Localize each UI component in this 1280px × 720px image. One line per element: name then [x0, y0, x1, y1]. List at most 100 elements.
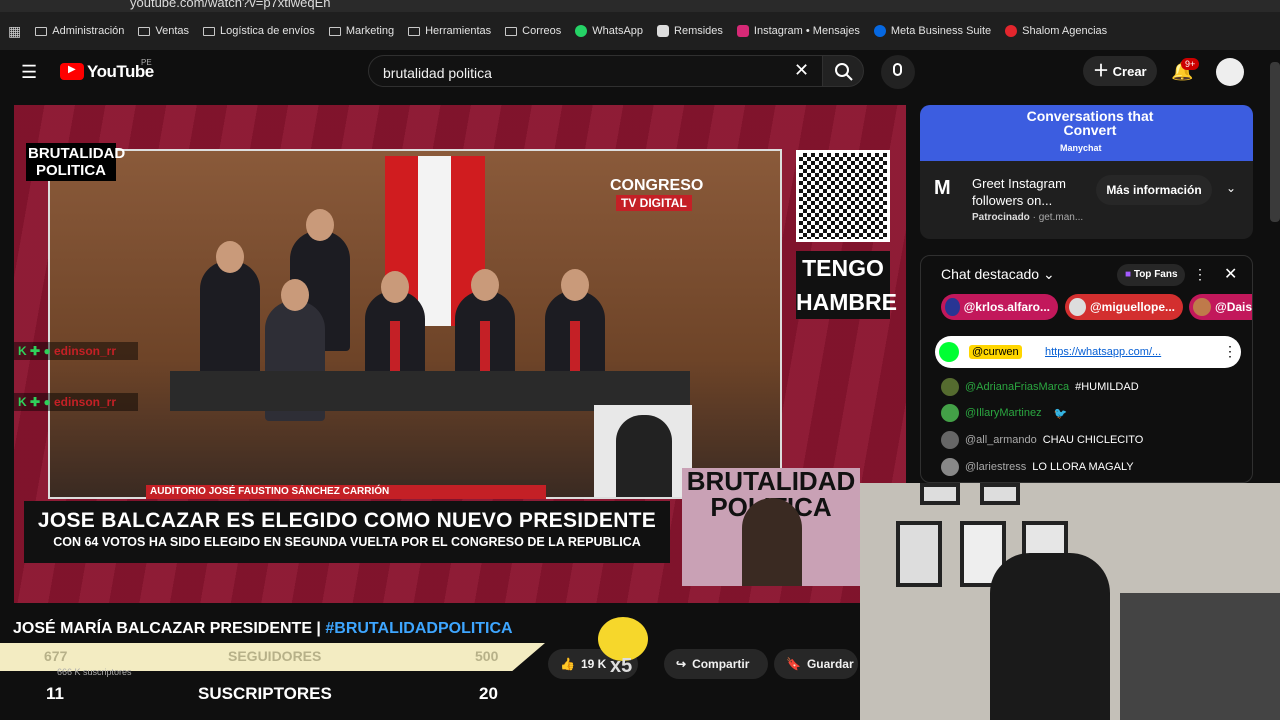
fan-chip[interactable]: @miguellope...: [1065, 294, 1183, 320]
video-title: JOSÉ MARÍA BALCAZAR PRESIDENTE | #BRUTAL…: [13, 620, 513, 637]
desk: [1120, 593, 1280, 720]
pinned-user: @curwen: [969, 345, 1022, 359]
streamer: [742, 498, 802, 586]
emoji-icon: 🐦: [1053, 407, 1068, 420]
bookmark-ventas[interactable]: Ventas: [138, 25, 189, 37]
microphone-icon: [893, 63, 902, 76]
person: [200, 261, 260, 381]
clear-search-icon[interactable]: ✕: [794, 60, 809, 81]
bookmark-remsides[interactable]: Remsides: [657, 25, 723, 37]
region-code: PE: [141, 58, 152, 67]
avatar: [941, 431, 959, 449]
chevron-down-icon[interactable]: ⌄: [1226, 181, 1236, 195]
avatar: [945, 298, 960, 316]
followers-goal: 500: [475, 648, 499, 664]
live-chat-panel: Chat destacado ⌄ ■ Top Fans ⋮ ✕ @krlos.a…: [920, 255, 1253, 483]
folder-icon: [328, 26, 341, 36]
pinned-link[interactable]: https://whatsapp.com/...: [1045, 346, 1161, 358]
person-head: [306, 209, 334, 241]
play-icon: ▶: [68, 64, 76, 75]
menu-icon[interactable]: ☰: [21, 62, 37, 83]
ad-cta-button[interactable]: Más información: [1096, 175, 1212, 205]
youtube-header: ☰ ▶ YouTube PE brutalidad politica ✕ ＋ C…: [0, 50, 1280, 94]
qr-code: [796, 150, 890, 242]
bookmark-herramientas[interactable]: Herramientas: [408, 25, 491, 37]
ad-banner-brand: Manychat: [1060, 143, 1102, 153]
ad-banner: Conversations that Convert Manychat: [920, 105, 1253, 161]
subscribers-goal-bar: 11 SUSCRIPTORES 20: [0, 681, 545, 709]
more-options-icon[interactable]: ⋮: [1223, 343, 1237, 360]
share-icon: ↪: [676, 657, 687, 671]
followers-label: SEGUIDORES: [228, 648, 322, 664]
bookmark-instagram[interactable]: Instagram • Mensajes: [736, 25, 860, 37]
avatar: [1069, 298, 1086, 316]
followers-current: 677: [44, 648, 68, 664]
share-button[interactable]: ↪ Compartir: [664, 649, 768, 679]
bookmark-logistica[interactable]: Logística de envíos: [203, 25, 315, 37]
remsides-icon: [657, 25, 670, 37]
wall-frame: [896, 521, 942, 587]
manychat-logo-icon: M: [934, 177, 951, 199]
subscriber-count: 666 K suscriptores: [57, 667, 132, 677]
pinned-message[interactable]: @curwen https://whatsapp.com/... ⋮: [935, 336, 1241, 368]
channel-label: CONGRESO: [610, 177, 704, 194]
wall-frame: [980, 483, 1020, 505]
interpreter-body: [616, 415, 672, 497]
instagram-icon: [736, 25, 749, 37]
hashtag-link[interactable]: #BRUTALIDADPOLITICA: [325, 620, 512, 637]
channel-sublabel: TV DIGITAL: [616, 195, 692, 211]
apps-grid-icon[interactable]: ▦: [8, 23, 21, 40]
top-fans-button[interactable]: ■ Top Fans: [1117, 264, 1185, 286]
bookmark-marketing[interactable]: Marketing: [328, 25, 394, 37]
more-options-icon[interactable]: ⋮: [1193, 266, 1207, 283]
streamer-camera: BRUTALIDAD POLITICA: [682, 468, 860, 586]
thumbs-up-icon: 👍: [560, 657, 575, 671]
avatar: [941, 378, 959, 396]
overlay-chat-user: K ✚ ● edinson_rr: [14, 342, 138, 360]
save-button[interactable]: 🔖 Guardar: [774, 649, 858, 679]
avatar: [1193, 298, 1211, 316]
bookmark-correos[interactable]: Correos: [505, 25, 561, 37]
video-player[interactable]: CONGRESO TV DIGITAL AUDITORIO JOSÉ FAUST…: [14, 105, 906, 603]
fan-chip[interactable]: @krlos.alfaro...: [941, 294, 1058, 320]
bookmark-meta[interactable]: Meta Business Suite: [873, 25, 991, 37]
search-icon: [835, 63, 853, 81]
chat-mode-dropdown[interactable]: Chat destacado ⌄: [941, 266, 1055, 283]
page-scrollbar[interactable]: [1270, 62, 1280, 222]
create-button[interactable]: ＋ Crear: [1083, 56, 1157, 86]
search-input[interactable]: brutalidad politica: [368, 55, 824, 87]
news-headline-banner: JOSE BALCAZAR ES ELEGIDO COMO NUEVO PRES…: [24, 501, 670, 563]
close-icon[interactable]: ✕: [1224, 264, 1237, 284]
browser-address-bar[interactable]: youtube.com/watch?v=p7xtiweqEh: [0, 0, 1280, 12]
headline-text: JOSE BALCAZAR ES ELEGIDO COMO NUEVO PRES…: [37, 509, 657, 532]
person-at-desk: [990, 553, 1110, 720]
overlay-chat-user: K ✚ ● edinson_rr: [14, 393, 138, 411]
voice-search-button[interactable]: [881, 55, 915, 89]
bookmarks-bar: ▦ Administración Ventas Logística de env…: [0, 12, 1280, 50]
sponsored-ad-card[interactable]: Conversations that Convert Manychat M Gr…: [920, 105, 1253, 239]
fan-chip[interactable]: @Daisa: [1189, 294, 1252, 320]
ad-meta: Patrocinado · get.man...: [972, 212, 1084, 223]
chat-message: @all_armando CHAU CHICLECITO: [941, 431, 1143, 449]
meta-icon: [873, 25, 886, 37]
bookmark-whatsapp[interactable]: WhatsApp: [575, 25, 643, 37]
bookmark-icon: 🔖: [786, 657, 801, 671]
streamer-webcam-overlay: [860, 483, 1280, 720]
search-button[interactable]: [822, 55, 864, 87]
avatar: [941, 458, 959, 476]
avatar: [941, 404, 959, 422]
folder-icon: [505, 26, 518, 36]
notification-badge: 9+: [1181, 58, 1200, 70]
subs-current: 11: [46, 684, 64, 703]
wall-frame: [920, 483, 960, 505]
brand-logo: BRUTALIDAD POLITICA: [26, 143, 126, 181]
bookmark-shalom[interactable]: Shalom Agencias: [1005, 25, 1107, 37]
ad-banner-title: Conversations that Convert: [1026, 108, 1154, 138]
multiplier: x5: [610, 655, 633, 677]
person-head: [281, 279, 309, 311]
bookmark-administracion[interactable]: Administración: [35, 25, 124, 37]
folder-icon: [408, 26, 421, 36]
location-caption: AUDITORIO JOSÉ FAUSTINO SÁNCHEZ CARRIÓN: [146, 485, 546, 499]
top-fans-icon: ■: [1125, 269, 1132, 280]
account-avatar[interactable]: [1216, 58, 1244, 86]
